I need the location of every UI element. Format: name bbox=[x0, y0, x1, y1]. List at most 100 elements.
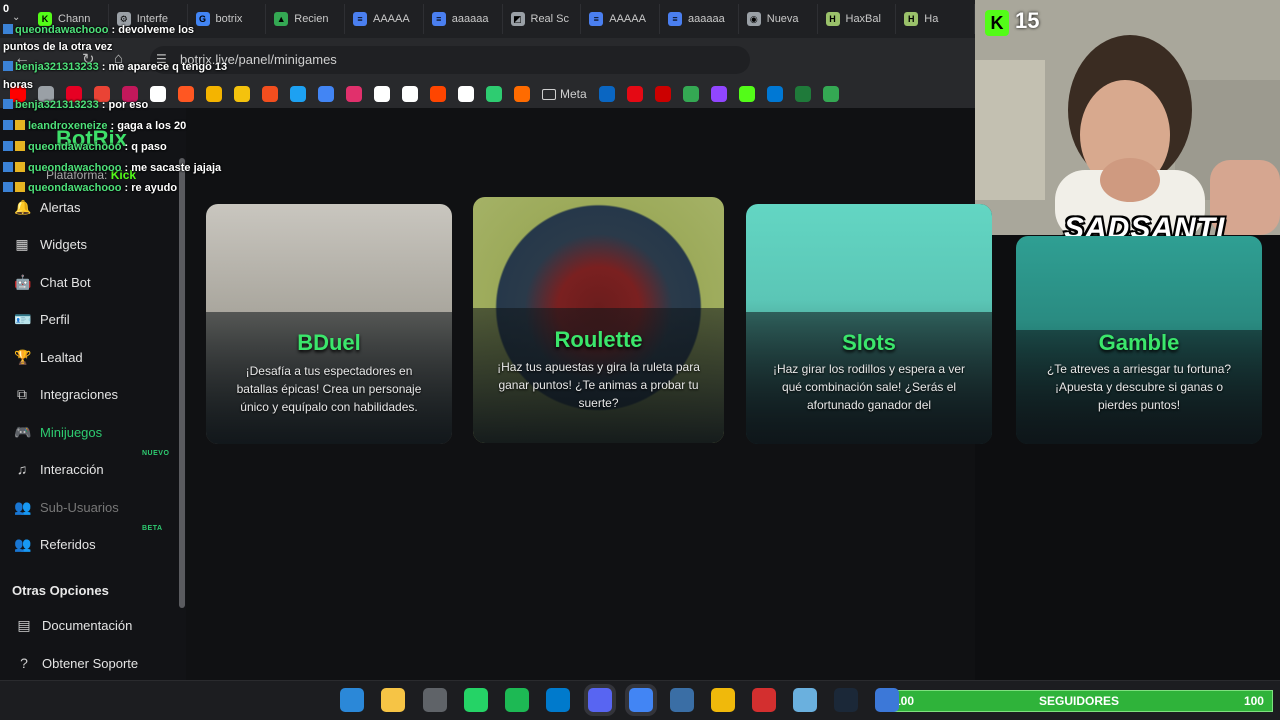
tab-label: Recien bbox=[294, 13, 329, 25]
chat-username: benja321313233 bbox=[15, 61, 99, 73]
chrome-icon[interactable] bbox=[629, 688, 653, 712]
sidebar-item-label: Integraciones bbox=[40, 386, 119, 402]
browser-tab[interactable]: ◉ Nueva bbox=[739, 4, 818, 34]
bookmark-favicon-icon[interactable] bbox=[682, 86, 699, 102]
tab-label: HaxBal bbox=[845, 13, 881, 25]
browser-tab[interactable]: ▲ Recien bbox=[266, 4, 345, 34]
minigame-title: Gamble bbox=[1098, 330, 1180, 355]
app-icon[interactable] bbox=[875, 688, 899, 712]
minigame-description: ¡Haz girar los rodillos y espera a ver q… bbox=[772, 362, 966, 412]
bookmark-favicon-icon[interactable] bbox=[234, 86, 250, 102]
browser-tab[interactable]: ◩ Real Sc bbox=[503, 4, 582, 34]
bookmark-favicon-icon[interactable] bbox=[626, 86, 643, 102]
sidebar-item-chat-bot[interactable]: 🤖 Chat Bot bbox=[14, 269, 174, 295]
bookmark-favicon-icon[interactable] bbox=[262, 86, 278, 102]
tab-favicon-icon: ≡ bbox=[431, 12, 446, 26]
discord-icon[interactable] bbox=[588, 688, 612, 712]
minigame-card-roulette[interactable]: Roulette ¡Haz tus apuestas y gira la rule… bbox=[473, 197, 724, 443]
chat-badge-icon bbox=[15, 162, 25, 172]
tab-favicon-icon: G bbox=[195, 12, 210, 26]
browser-tab[interactable]: ≡ AAAAA bbox=[581, 4, 660, 34]
steam-icon[interactable] bbox=[834, 688, 858, 712]
sidebar-scrollbar[interactable] bbox=[179, 158, 185, 608]
browser-tab[interactable]: ≡ AAAAA bbox=[345, 4, 424, 34]
chat-message: leandroxeneize: gaga a los 20 bbox=[3, 120, 186, 132]
chat-message: queondawachooo: me sacaste jajaja bbox=[3, 162, 221, 174]
bookmark-favicon-icon[interactable] bbox=[150, 86, 166, 102]
browser-tab[interactable]: ≡ aaaaaa bbox=[424, 4, 503, 34]
bookmark-favicon-icon[interactable] bbox=[318, 86, 334, 102]
sidebar-item-book[interactable]: ▤ Documentación bbox=[16, 612, 176, 638]
sidebar-item-perfil[interactable]: 🪪 Perfil bbox=[14, 306, 174, 332]
sidebar-item-label: Lealtad bbox=[40, 349, 83, 365]
chat-badge-icon bbox=[3, 182, 13, 192]
sidebar-item-lealtad[interactable]: 🏆 Lealtad bbox=[14, 344, 174, 370]
tab-favicon-icon: ≡ bbox=[589, 12, 604, 26]
vscode-icon[interactable] bbox=[546, 688, 570, 712]
browser-tab[interactable]: Gbotrix bbox=[188, 4, 267, 34]
tab-favicon-icon: ≡ bbox=[668, 12, 682, 26]
sidebar-item-minijuegos[interactable]: 🎮 Minijuegos bbox=[14, 419, 174, 445]
chat-badge-icon bbox=[15, 120, 25, 130]
bookmark-favicon-icon[interactable] bbox=[290, 86, 306, 102]
chat-username: queondawachooo bbox=[15, 24, 109, 36]
bookmark-favicon-icon[interactable] bbox=[374, 86, 390, 102]
notepad-icon[interactable] bbox=[793, 688, 817, 712]
minigame-description: ¡Desafía a tus espectadores en batallas … bbox=[236, 364, 422, 414]
whatsapp-icon[interactable] bbox=[464, 688, 488, 712]
bookmark-favicon-icon[interactable] bbox=[654, 86, 671, 102]
browser-tab[interactable]: H HaxBal bbox=[818, 4, 897, 34]
bookmark-favicon-icon[interactable] bbox=[598, 86, 615, 102]
browser-tab[interactable]: H Ha bbox=[896, 4, 975, 34]
bookmark-favicon-icon[interactable] bbox=[402, 86, 418, 102]
chat-badge-icon bbox=[15, 182, 25, 192]
tab-favicon-icon: ▲ bbox=[274, 12, 289, 26]
chat-username: queondawachooo bbox=[28, 182, 122, 194]
bookmark-favicon-icon[interactable] bbox=[738, 86, 755, 102]
bookmark-favicon-icon[interactable] bbox=[766, 86, 783, 102]
browser-tab[interactable]: ≡ aaaaaa bbox=[660, 4, 739, 34]
binance-icon[interactable] bbox=[711, 688, 735, 712]
minigame-card-slots[interactable]: Slots ¡Haz girar los rodillos y espera a … bbox=[746, 204, 992, 444]
bookmark-favicon-icon[interactable] bbox=[794, 86, 811, 102]
spotify-icon[interactable] bbox=[505, 688, 529, 712]
url-input[interactable]: botrix.live/panel/minigames bbox=[150, 46, 750, 74]
bookmark-favicon-icon[interactable] bbox=[710, 86, 727, 102]
bookmark-favicon-icon[interactable] bbox=[514, 86, 530, 102]
sidebar-item-integraciones[interactable]: ⧉ Integraciones bbox=[14, 381, 174, 407]
chat-message: benja321313233: por eso bbox=[3, 99, 148, 111]
bookmark-favicon-icon[interactable] bbox=[430, 86, 446, 102]
settings-icon[interactable] bbox=[670, 688, 694, 712]
bookmark-favicon-icon[interactable] bbox=[178, 86, 194, 102]
bookmark-favicon-icon[interactable] bbox=[822, 86, 839, 102]
sidebar-item-sub-usuarios[interactable]: 👥 Sub-Usuarios bbox=[14, 494, 174, 520]
bookmark-favicon-icon[interactable] bbox=[346, 86, 362, 102]
sidebar-item-label: Chat Bot bbox=[40, 274, 91, 290]
grid-icon: ▦ bbox=[15, 236, 29, 252]
bookmark-favicon-icon[interactable] bbox=[458, 86, 474, 102]
minigame-card-bduel[interactable]: BDuel ¡Desafía a tus espectadores en bata… bbox=[206, 204, 452, 444]
minigame-card-gamble[interactable]: Gamble ¿Te atreves a arriesgar tu fortuna… bbox=[1016, 236, 1262, 444]
bookmark-favicon-icon[interactable] bbox=[206, 86, 222, 102]
bookmark-folder[interactable]: Meta bbox=[542, 87, 587, 101]
tab-favicon-icon: ≡ bbox=[353, 12, 367, 26]
bookmark-favicon-icon[interactable] bbox=[486, 86, 502, 102]
sidebar-item-interacci-n[interactable]: ♫ Interacción NUEVO bbox=[14, 450, 174, 482]
bookmark-folder-label: Meta bbox=[560, 87, 587, 101]
minigame-title: BDuel bbox=[297, 330, 361, 355]
calendar-icon[interactable] bbox=[423, 688, 447, 712]
id-card-icon: 🪪 bbox=[14, 311, 32, 327]
file-explorer-icon[interactable] bbox=[381, 688, 405, 712]
chat-username: leandroxeneize bbox=[28, 120, 108, 132]
sidebar-item-support[interactable]: ? Obtener Soporte bbox=[16, 650, 176, 676]
sidebar-item-referidos[interactable]: 👥 Referidos BETA bbox=[14, 525, 174, 557]
sidebar-item-widgets[interactable]: ▦ Widgets bbox=[14, 231, 174, 257]
minigame-title: Slots bbox=[842, 330, 896, 355]
chat-badge-icon bbox=[3, 61, 13, 71]
chat-username: queondawachooo bbox=[28, 141, 122, 153]
windows-start-icon[interactable] bbox=[340, 688, 364, 712]
sidebar-item-alertas[interactable]: 🔔 Alertas bbox=[14, 194, 174, 220]
tab-label: aaaaaa bbox=[451, 13, 489, 25]
chat-message: benja321313233: me aparece q tengo 13 bbox=[3, 61, 227, 73]
sp-app-icon[interactable] bbox=[752, 688, 776, 712]
